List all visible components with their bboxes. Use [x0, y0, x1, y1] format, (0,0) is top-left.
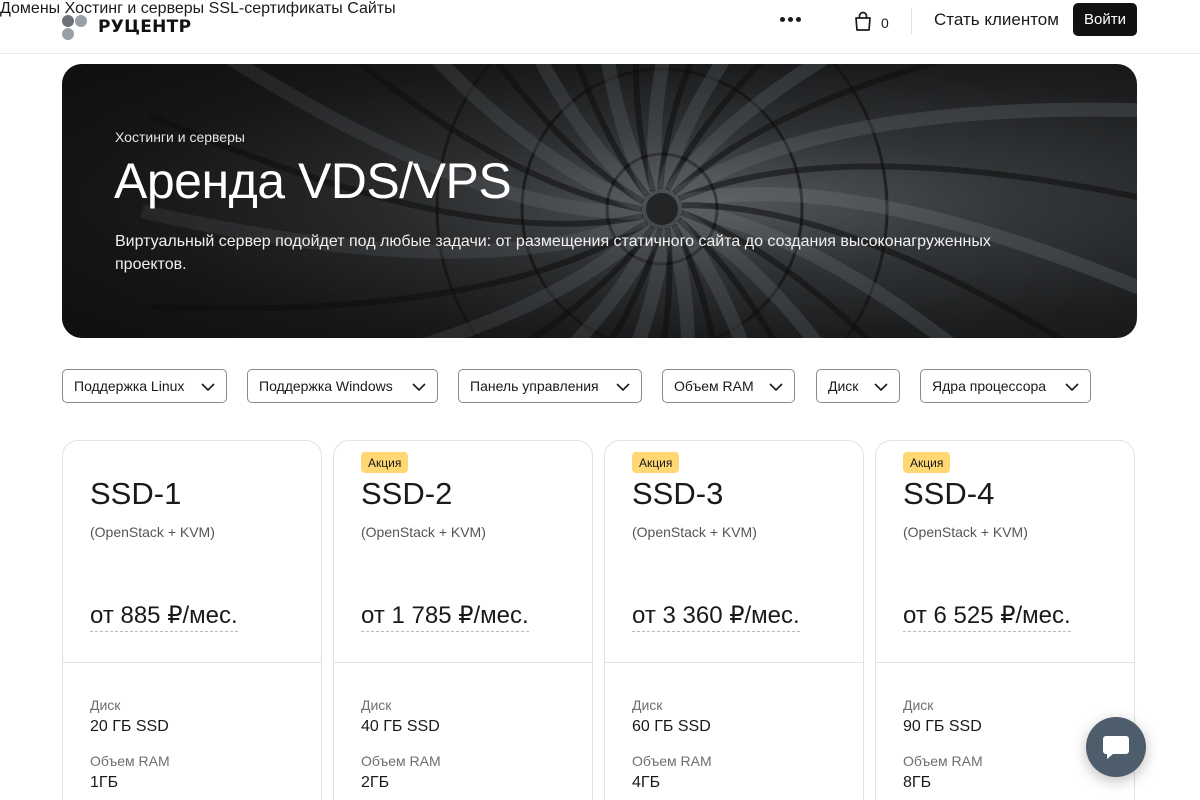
ram-value: 4ГБ — [632, 774, 661, 791]
plan-platform: (OpenStack + KVM) — [903, 524, 1028, 540]
filter-ram[interactable]: Объем RAM — [662, 369, 795, 403]
plan-price[interactable]: от 885 ₽/мес. — [90, 601, 238, 632]
card-divider — [63, 662, 321, 663]
disk-value: 90 ГБ SSD — [903, 718, 982, 735]
cart-button[interactable]: 0 — [853, 10, 889, 32]
filter-label: Поддержка Linux — [74, 378, 185, 394]
cart-count: 0 — [881, 14, 889, 31]
become-client-link[interactable]: Стать клиентом — [934, 10, 1059, 30]
logo[interactable]: РУЦЕНТР — [62, 12, 191, 42]
header-divider — [911, 8, 912, 34]
promo-badge: Акция — [632, 452, 680, 473]
page-title: Аренда VDS/VPS — [114, 153, 512, 209]
ram-value: 8ГБ — [903, 774, 932, 791]
logo-dots-icon — [62, 13, 92, 41]
chevron-down-icon — [616, 383, 630, 392]
ram-label: Объем RAM — [632, 753, 712, 769]
login-button[interactable]: Войти — [1073, 3, 1137, 36]
disk-value: 40 ГБ SSD — [361, 718, 440, 735]
hero-banner: Хостинги и серверы Аренда VDS/VPS Виртуа… — [62, 64, 1137, 338]
ram-label: Объем RAM — [361, 753, 441, 769]
ram-value: 2ГБ — [361, 774, 390, 791]
plan-name: SSD-1 — [90, 476, 182, 511]
ram-value: 1ГБ — [90, 774, 119, 791]
filter-label: Ядра процессора — [932, 378, 1047, 394]
site-header: РУЦЕНТР Домены Хостинг и серверы SSL-сер… — [0, 0, 1200, 54]
chat-button[interactable] — [1086, 717, 1146, 777]
chevron-down-icon — [1065, 383, 1079, 392]
filter-label: Диск — [828, 378, 859, 394]
disk-label: Диск — [632, 697, 663, 713]
filter-control-panel[interactable]: Панель управления — [458, 369, 642, 403]
disk-label: Диск — [361, 697, 392, 713]
shopping-bag-icon — [855, 11, 871, 31]
filter-cpu-cores[interactable]: Ядра процессора — [920, 369, 1091, 403]
disk-value: 60 ГБ SSD — [632, 718, 711, 735]
card-divider — [605, 662, 863, 663]
plan-card-ssd-1[interactable]: SSD-1 (OpenStack + KVM) от 885 ₽/мес. Ди… — [62, 440, 322, 800]
filter-disk[interactable]: Диск — [816, 369, 900, 403]
chevron-down-icon — [201, 383, 215, 392]
filter-label: Поддержка Windows — [259, 378, 393, 394]
filter-linux[interactable]: Поддержка Linux — [62, 369, 227, 403]
promo-badge: Акция — [361, 452, 409, 473]
filter-label: Объем RAM — [674, 378, 754, 394]
hero-description: Виртуальный сервер подойдет под любые за… — [115, 233, 991, 273]
nav-domains[interactable]: Домены — [0, 0, 60, 17]
plan-price[interactable]: от 6 525 ₽/мес. — [903, 601, 1071, 632]
chat-bubble-icon — [1103, 736, 1129, 759]
breadcrumb[interactable]: Хостинги и серверы — [115, 129, 245, 145]
chevron-down-icon — [874, 383, 888, 392]
disk-value: 20 ГБ SSD — [90, 718, 169, 735]
card-divider — [334, 662, 592, 663]
plan-platform: (OpenStack + KVM) — [632, 524, 757, 540]
plan-platform: (OpenStack + KVM) — [361, 524, 486, 540]
nav-sites[interactable]: Сайты — [347, 0, 395, 17]
plan-name: SSD-3 — [632, 476, 724, 511]
ram-label: Объем RAM — [90, 753, 170, 769]
plan-name: SSD-2 — [361, 476, 453, 511]
chevron-down-icon — [769, 383, 783, 392]
plan-name: SSD-4 — [903, 476, 995, 511]
card-divider — [876, 662, 1134, 663]
chevron-down-icon — [412, 383, 426, 392]
plan-price[interactable]: от 1 785 ₽/мес. — [361, 601, 529, 632]
more-dots-icon[interactable] — [780, 17, 801, 22]
plan-card-ssd-2[interactable]: Акция SSD-2 (OpenStack + KVM) от 1 785 ₽… — [333, 440, 593, 800]
ram-label: Объем RAM — [903, 753, 983, 769]
logo-text: РУЦЕНТР — [98, 17, 192, 37]
plan-card-ssd-3[interactable]: Акция SSD-3 (OpenStack + KVM) от 3 360 ₽… — [604, 440, 864, 800]
filter-label: Панель управления — [470, 378, 599, 394]
promo-badge: Акция — [903, 452, 951, 473]
disk-label: Диск — [90, 697, 121, 713]
plan-platform: (OpenStack + KVM) — [90, 524, 215, 540]
filter-windows[interactable]: Поддержка Windows — [247, 369, 438, 403]
disk-label: Диск — [903, 697, 934, 713]
plan-price[interactable]: от 3 360 ₽/мес. — [632, 601, 800, 632]
nav-ssl[interactable]: SSL-сертификаты — [209, 0, 343, 17]
